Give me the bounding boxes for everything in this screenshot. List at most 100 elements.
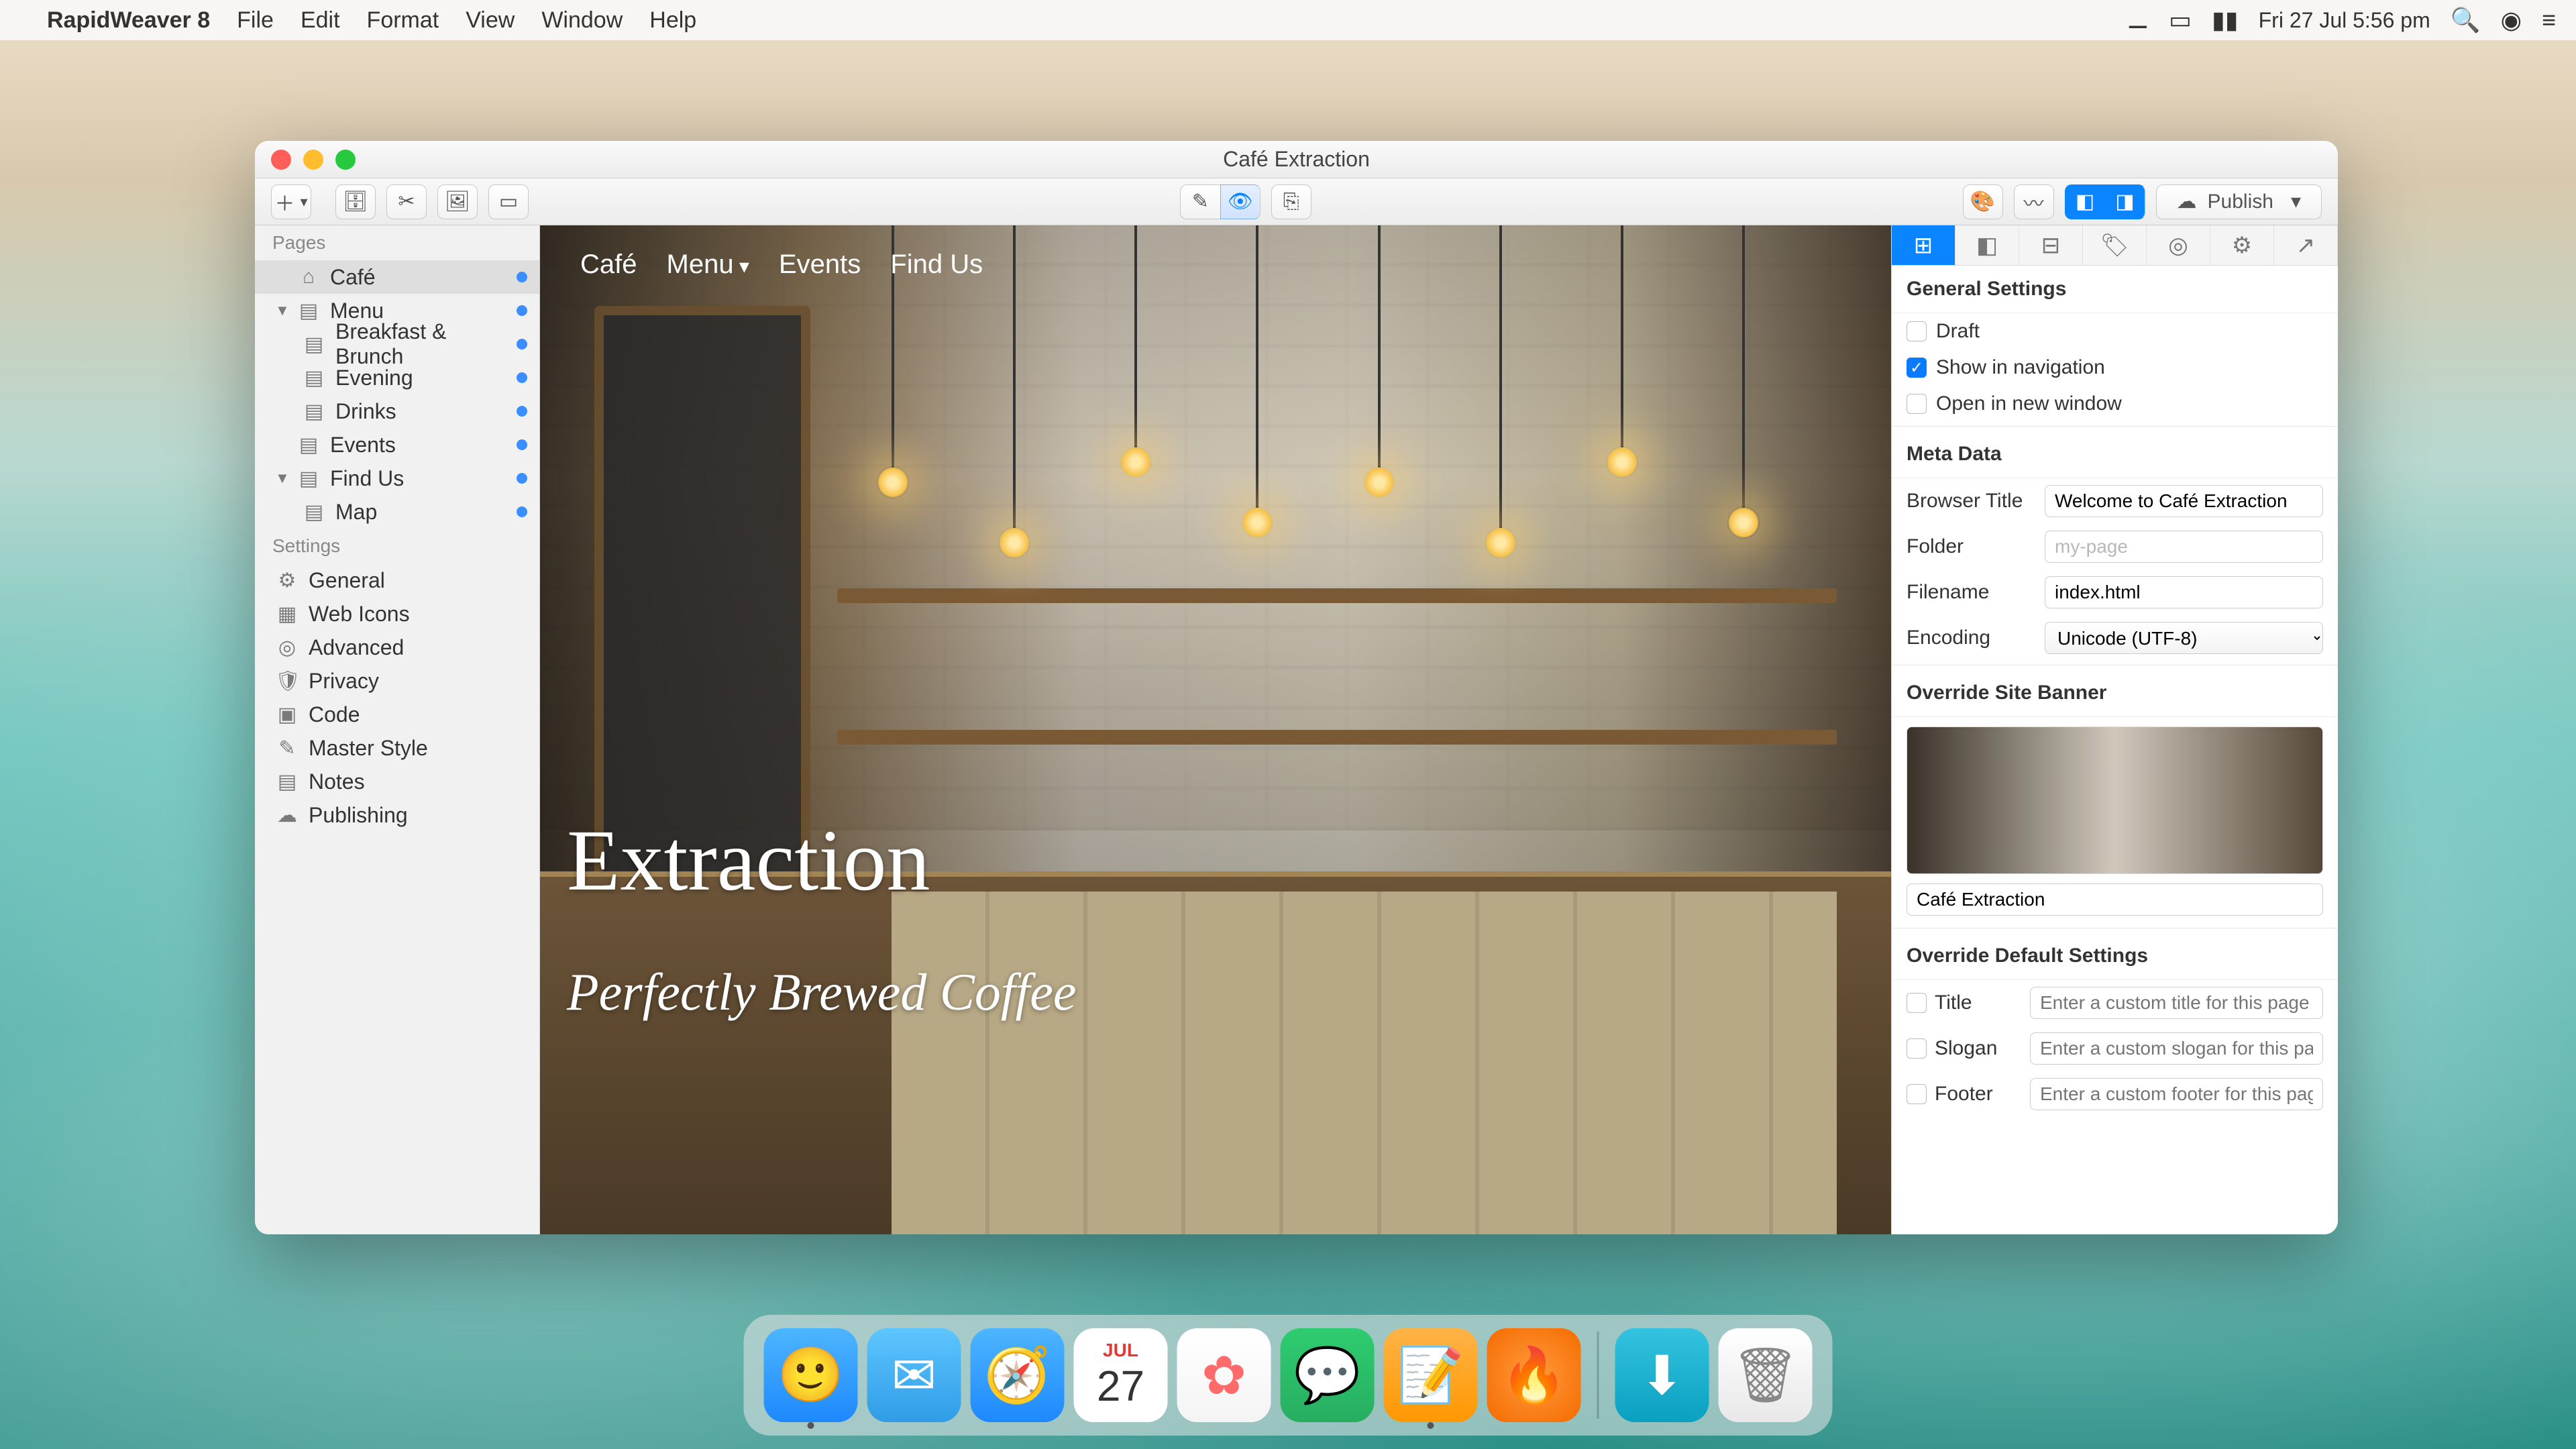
dock-downloads-icon[interactable]: ⬇: [1615, 1328, 1709, 1422]
inspector-panel: ⊞ ◧ ⊟ 🏷 ◎ ⚙ ↗ General Settings Draft ✓ S…: [1891, 225, 2338, 1234]
siri-icon[interactable]: ◉: [2501, 6, 2522, 34]
disclosure-triangle[interactable]: ▼: [275, 302, 292, 319]
maximize-button[interactable]: [335, 150, 356, 170]
banner-header: Override Site Banner: [1892, 669, 2338, 717]
disclosure-triangle[interactable]: ▼: [275, 470, 292, 487]
sidebar-page-breakfast[interactable]: ▤ Breakfast & Brunch: [255, 327, 539, 361]
spotlight-icon[interactable]: 🔍: [2451, 6, 2481, 34]
theme-button[interactable]: 🎨: [1963, 184, 2003, 219]
dock-safari-icon[interactable]: 🧭: [971, 1328, 1065, 1422]
dock-calendar-icon[interactable]: JUL 27: [1074, 1328, 1168, 1422]
notification-center-icon[interactable]: ≡: [2542, 6, 2556, 34]
sidebar-settings-general[interactable]: ⚙General: [255, 564, 539, 597]
menu-view[interactable]: View: [466, 7, 515, 34]
airplay-icon[interactable]: ▭: [2169, 6, 2192, 34]
sidebar-page-events[interactable]: ▤ Events: [255, 428, 539, 462]
publish-button[interactable]: ☁ Publish ▾: [2156, 184, 2322, 219]
page-icon: ▤: [302, 400, 326, 423]
grid-icon: ▦: [275, 602, 299, 626]
dock-rapidweaver-icon[interactable]: 📝: [1384, 1328, 1478, 1422]
minimize-button[interactable]: [303, 150, 323, 170]
site-nav-menu[interactable]: Menu: [667, 250, 749, 280]
page-preview[interactable]: Café Menu Events Find Us Extraction Perf…: [540, 225, 1891, 1234]
site-nav-cafe[interactable]: Café: [580, 250, 637, 280]
show-nav-checkbox-row[interactable]: ✓ Show in navigation: [1892, 350, 2338, 386]
sidebar-settings-webicons[interactable]: ▦Web Icons: [255, 597, 539, 631]
banner-caption-input[interactable]: [1907, 883, 2323, 916]
dock-trash-icon[interactable]: 🗑: [1719, 1328, 1813, 1422]
folder-input[interactable]: [2045, 531, 2323, 563]
inspector-tab-sidebar[interactable]: ◧: [1955, 225, 2019, 265]
draft-checkbox-row[interactable]: Draft: [1892, 313, 2338, 350]
menu-window[interactable]: Window: [541, 7, 623, 34]
wifi-icon[interactable]: ⚊: [2127, 6, 2149, 34]
checkbox-icon[interactable]: [1907, 1084, 1927, 1104]
site-nav-findus[interactable]: Find Us: [890, 250, 983, 280]
dock-separator: [1597, 1332, 1599, 1419]
override-slogan-input[interactable]: [2030, 1032, 2323, 1065]
close-button[interactable]: [271, 150, 291, 170]
override-footer-row: Footer: [1892, 1071, 2338, 1117]
dock-app-icon[interactable]: 🔥: [1487, 1328, 1581, 1422]
inspector-tab-tags[interactable]: 🏷: [2083, 225, 2147, 265]
menu-edit[interactable]: Edit: [301, 7, 340, 34]
media-button[interactable]: 🖼: [437, 184, 478, 219]
publish-label: Publish: [2208, 191, 2273, 213]
sidebar-page-map[interactable]: ▤ Map: [255, 495, 539, 529]
page-icon: ▤: [302, 333, 326, 356]
snippets-button[interactable]: ✂: [386, 184, 427, 219]
health-button[interactable]: 〰: [2014, 184, 2054, 219]
sidebar-page-cafe[interactable]: ⌂ Café: [255, 260, 539, 294]
checkbox-icon[interactable]: [1907, 993, 1927, 1013]
dock-finder-icon[interactable]: 🙂: [764, 1328, 858, 1422]
dock-messages-icon[interactable]: 💬: [1281, 1328, 1375, 1422]
sidebar-page-drinks[interactable]: ▤ Drinks: [255, 394, 539, 428]
mode-preview-button[interactable]: 👁: [1220, 184, 1260, 219]
site-nav-events[interactable]: Events: [779, 250, 861, 280]
menu-format[interactable]: Format: [367, 7, 439, 34]
encoding-select[interactable]: Unicode (UTF-8): [2045, 622, 2323, 654]
mode-edit-button[interactable]: ✎: [1180, 184, 1220, 219]
checkbox-icon[interactable]: [1907, 1038, 1927, 1059]
battery-icon[interactable]: ▮▮: [2212, 6, 2239, 34]
override-footer-input[interactable]: [2030, 1078, 2323, 1110]
inspector-tab-styles[interactable]: ◎: [2147, 225, 2210, 265]
new-window-checkbox-row[interactable]: Open in new window: [1892, 386, 2338, 422]
field-label: Browser Title: [1907, 490, 2034, 513]
inspector-tab-general[interactable]: ⊞: [1892, 225, 1955, 265]
browser-title-input[interactable]: [2045, 485, 2323, 517]
add-page-button[interactable]: ＋: [271, 184, 311, 219]
right-panel-toggle[interactable]: ◨: [2105, 184, 2145, 219]
dock-photos-icon[interactable]: ✿: [1177, 1328, 1271, 1422]
inspector-tab-popout[interactable]: ↗: [2274, 225, 2338, 265]
override-title-input[interactable]: [2030, 987, 2323, 1019]
device-preview-button[interactable]: ▭: [488, 184, 529, 219]
sidebar-settings-publishing[interactable]: ☁Publishing: [255, 798, 539, 832]
unsaved-dot: [517, 439, 527, 450]
sidebar-settings-code[interactable]: ▣Code: [255, 698, 539, 731]
inspector-tab-settings[interactable]: ⚙: [2210, 225, 2274, 265]
filename-input[interactable]: [2045, 576, 2323, 608]
sidebar-settings-masterstyle[interactable]: ✎Master Style: [255, 731, 539, 765]
inspector-tabs: ⊞ ◧ ⊟ 🏷 ◎ ⚙ ↗: [1892, 225, 2338, 266]
left-panel-toggle[interactable]: ◧: [2065, 184, 2105, 219]
unsaved-dot: [517, 506, 527, 517]
datetime-display[interactable]: Fri 27 Jul 5:56 pm: [2259, 8, 2430, 33]
sidebar-settings-notes[interactable]: ▤Notes: [255, 765, 539, 798]
source-view-button[interactable]: ⎘: [1271, 184, 1311, 219]
sidebar-settings-privacy[interactable]: 🛡Privacy: [255, 664, 539, 698]
menu-help[interactable]: Help: [649, 7, 696, 34]
dock-mail-icon[interactable]: ✉︎: [867, 1328, 961, 1422]
resources-button[interactable]: 🗄: [335, 184, 376, 219]
brush-icon: ✎: [275, 737, 299, 760]
hero-title: Extraction: [567, 810, 930, 911]
window-title: Café Extraction: [1223, 147, 1370, 172]
app-name[interactable]: RapidWeaver 8: [47, 7, 210, 34]
banner-thumbnail[interactable]: [1907, 727, 2323, 874]
sidebar-page-findus[interactable]: ▼ ▤ Find Us: [255, 462, 539, 495]
encoding-row: Encoding Unicode (UTF-8): [1892, 615, 2338, 661]
sidebar-page-evening[interactable]: ▤ Evening: [255, 361, 539, 394]
sidebar-settings-advanced[interactable]: ◎Advanced: [255, 631, 539, 664]
inspector-tab-header[interactable]: ⊟: [2019, 225, 2083, 265]
menu-file[interactable]: File: [237, 7, 274, 34]
